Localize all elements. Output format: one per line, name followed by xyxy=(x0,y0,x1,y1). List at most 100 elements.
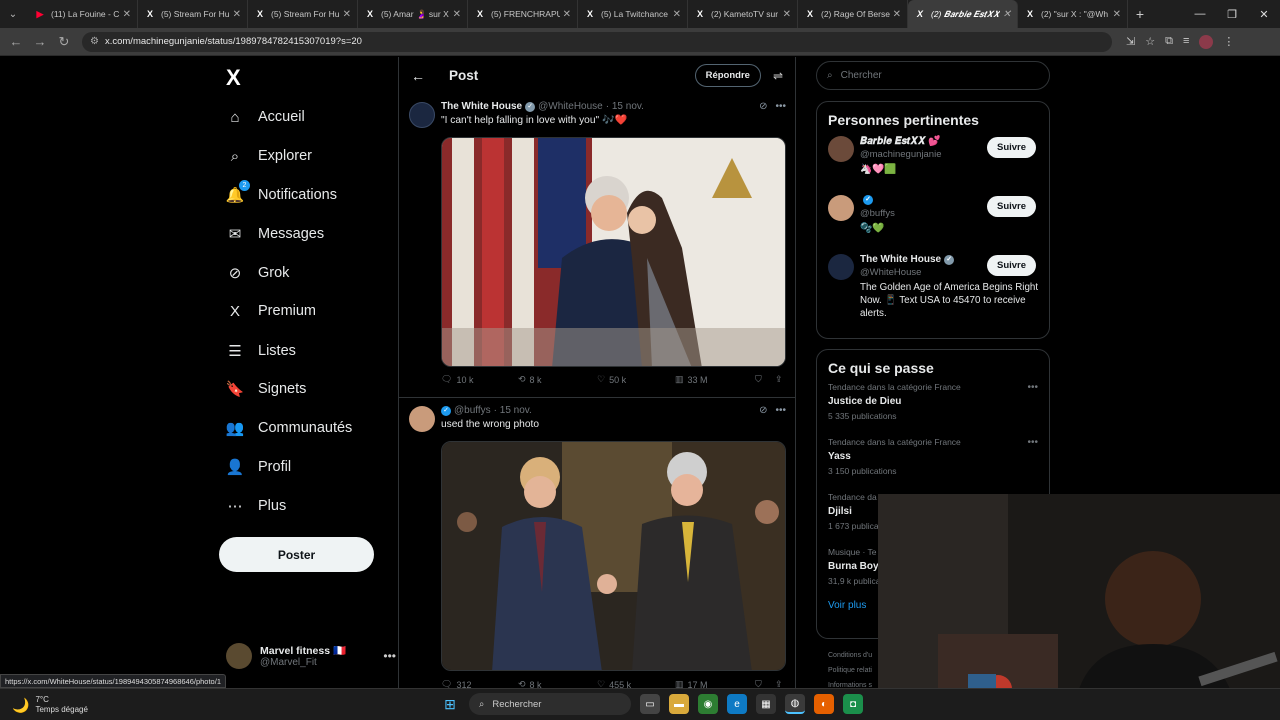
browser-tab[interactable]: X (5) Stream For Hu ✕ xyxy=(248,0,358,28)
follow-button[interactable]: Suivre xyxy=(987,196,1037,217)
author-name[interactable]: The White House xyxy=(441,101,522,112)
nav-item-home[interactable]: ⌂ Accueil xyxy=(226,105,304,129)
tweet-photo[interactable] xyxy=(441,441,786,671)
nav-item-bookmarks[interactable]: 🔖 Signets xyxy=(226,377,307,401)
app-icon[interactable]: ◘ xyxy=(843,694,863,714)
weather-widget[interactable]: 🌙 7°C Temps dégagé xyxy=(12,695,88,715)
file-explorer-icon[interactable]: ▬ xyxy=(669,694,689,714)
tweet-date[interactable]: · 15 nov. xyxy=(606,101,644,112)
tab-search-chevron-icon[interactable]: ⌄ xyxy=(2,3,24,25)
close-window-icon[interactable]: ✕ xyxy=(1248,8,1280,21)
views-action[interactable]: ▥ 17 M xyxy=(675,679,755,688)
retweet-action[interactable]: ⟲ 8 k xyxy=(518,679,597,688)
grok-icon[interactable]: ⊘ xyxy=(759,101,767,112)
edge-icon[interactable]: e xyxy=(727,694,747,714)
minimize-icon[interactable]: — xyxy=(1184,8,1216,21)
trend-item[interactable]: Tendance dans la catégorie France Justic… xyxy=(817,380,1049,435)
post-button[interactable]: Poster xyxy=(219,537,374,572)
reply-action[interactable]: 🗨 10 k xyxy=(441,374,518,385)
close-tab-icon[interactable]: ✕ xyxy=(123,9,131,20)
follow-button[interactable]: Suivre xyxy=(987,137,1037,158)
more-dots-icon[interactable]: ••• xyxy=(383,649,396,663)
footer-link[interactable]: Conditions d'u xyxy=(828,648,872,663)
browser-tab[interactable]: X (5) Amar 🤰 sur X ✕ xyxy=(358,0,468,28)
forward-arrow-icon[interactable]: → xyxy=(28,34,52,49)
account-switcher[interactable]: Marvel fitness 🇫🇷 @Marvel_Fit ••• xyxy=(226,643,396,669)
more-dots-icon[interactable]: ••• xyxy=(1027,382,1038,393)
close-tab-icon[interactable]: ✕ xyxy=(343,9,351,20)
suggested-person[interactable]: The White House ✓ @WhiteHouse The Golden … xyxy=(817,250,1049,319)
like-action[interactable]: ♡ 50 k xyxy=(597,374,675,385)
author-handle[interactable]: @WhiteHouse xyxy=(538,101,603,112)
nav-item-messages[interactable]: ✉ Messages xyxy=(226,222,324,246)
close-tab-icon[interactable]: ✕ xyxy=(783,9,791,20)
share-icon[interactable]: ⇪ xyxy=(775,374,783,385)
tweet[interactable]: The White House ✓ @WhiteHouse · 15 nov. … xyxy=(399,94,795,398)
more-dots-icon[interactable]: ••• xyxy=(775,101,786,112)
close-tab-icon[interactable]: ✕ xyxy=(563,9,571,20)
nav-item-grok[interactable]: ⊘ Grok xyxy=(226,261,290,285)
menu-kebab-icon[interactable]: ⋮ xyxy=(1223,35,1234,49)
suggested-person[interactable]: ✓ @buffys 🫧💚 Suivre xyxy=(817,191,1049,250)
more-dots-icon[interactable]: ••• xyxy=(1027,437,1038,448)
install-app-icon[interactable]: ⇲ xyxy=(1126,35,1135,49)
person-name[interactable]: ✓ xyxy=(860,195,873,205)
browser-tab[interactable]: X (5) La Twitchance ✕ xyxy=(578,0,688,28)
reply-action[interactable]: 🗨 312 xyxy=(441,679,518,688)
nav-item-explore[interactable]: ⌕ Explorer xyxy=(226,144,312,168)
site-info-icon[interactable]: ⚙ xyxy=(90,36,99,47)
footer-link[interactable]: Politique relati xyxy=(828,663,872,678)
bookmark-icon[interactable]: ⛉ xyxy=(755,679,775,688)
search-input[interactable]: ⌕ Chercher xyxy=(816,61,1050,90)
windows-start-icon[interactable]: ⊞ xyxy=(440,694,460,714)
nav-item-profile[interactable]: 👤 Profil xyxy=(226,455,291,479)
filter-settings-icon[interactable]: ⇌ xyxy=(773,69,783,83)
person-name[interactable]: 𝑩𝒂𝒓𝒃𝒊𝒆 𝑬𝒔𝒕𝑿𝑿 💕 xyxy=(860,136,941,147)
close-tab-icon[interactable]: ✕ xyxy=(233,9,241,20)
bookmark-icon[interactable]: ⛉ xyxy=(755,374,775,385)
browser-tab[interactable]: ▶ (11) La Fouine - C ✕ xyxy=(28,0,138,28)
grok-icon[interactable]: ⊘ xyxy=(759,405,767,416)
browser-tab[interactable]: X (2) 𝑩𝒂𝒓𝒃𝒊𝒆 𝑬𝒔𝒕𝑿𝑿 ✕ xyxy=(908,0,1018,28)
close-tab-icon[interactable]: ✕ xyxy=(893,9,901,20)
restore-icon[interactable]: ❐ xyxy=(1216,8,1248,21)
browser-tab[interactable]: X (2) KametoTV sur ✕ xyxy=(688,0,798,28)
new-tab-button[interactable]: + xyxy=(1128,6,1152,22)
share-icon[interactable]: ⇪ xyxy=(775,679,783,688)
suggested-person[interactable]: 𝑩𝒂𝒓𝒃𝒊𝒆 𝑬𝒔𝒕𝑿𝑿 💕 @machinegunjanie 🦄🩷🟩 Suiv… xyxy=(817,132,1049,191)
tweet[interactable]: ✓ @buffys · 15 nov. ⊘ ••• used the wrong… xyxy=(399,398,795,688)
follow-button[interactable]: Suivre xyxy=(987,255,1037,276)
more-dots-icon[interactable]: ••• xyxy=(775,405,786,416)
nav-item-more[interactable]: ⋯ Plus xyxy=(226,494,287,518)
x-logo-icon[interactable]: X xyxy=(226,65,241,91)
nav-item-notifications[interactable]: 🔔 2 Notifications xyxy=(226,180,337,207)
task-view-icon[interactable]: ▭ xyxy=(640,694,660,714)
extensions-icon[interactable]: ⧉ xyxy=(1165,35,1173,49)
media-control-icon[interactable]: ≡ xyxy=(1183,35,1189,49)
views-action[interactable]: ▥ 33 M xyxy=(675,374,755,385)
close-tab-icon[interactable]: ✕ xyxy=(673,9,681,20)
firefox-icon[interactable]: ◐ xyxy=(814,694,834,714)
browser-tab[interactable]: X (2) Rage Of Berse ✕ xyxy=(798,0,908,28)
browser-tab[interactable]: X (5) Stream For Hu ✕ xyxy=(138,0,248,28)
footer-link[interactable]: Informations s xyxy=(828,678,872,688)
bookmark-star-icon[interactable]: ☆ xyxy=(1145,35,1155,49)
close-tab-icon[interactable]: ✕ xyxy=(453,9,461,20)
person-name[interactable]: The White House ✓ xyxy=(860,254,955,265)
trend-item[interactable]: Tendance dans la catégorie France Yass 3… xyxy=(817,435,1049,490)
back-arrow-icon[interactable]: ← xyxy=(4,34,28,49)
store-icon[interactable]: ▦ xyxy=(756,694,776,714)
retweet-action[interactable]: ⟲ 8 k xyxy=(518,374,597,385)
nav-item-lists[interactable]: ☰ Listes xyxy=(226,339,296,363)
author-handle[interactable]: @buffys xyxy=(454,405,491,416)
reload-icon[interactable]: ↻ xyxy=(52,34,76,50)
back-arrow-icon[interactable]: ← xyxy=(411,68,425,84)
nav-item-communities[interactable]: 👥 Communautés xyxy=(226,416,353,440)
profile-avatar[interactable] xyxy=(1199,34,1214,49)
close-tab-icon[interactable]: ✕ xyxy=(1113,9,1121,20)
taskbar-search[interactable]: ⌕ Rechercher xyxy=(469,693,631,715)
chrome-icon[interactable]: ◍ xyxy=(785,694,805,714)
nav-item-premium[interactable]: X Premium xyxy=(226,299,316,323)
close-tab-icon[interactable]: ✕ xyxy=(1003,9,1011,20)
url-bar[interactable]: ⚙ x.com/machinegunjanie/status/198978478… xyxy=(82,31,1112,52)
